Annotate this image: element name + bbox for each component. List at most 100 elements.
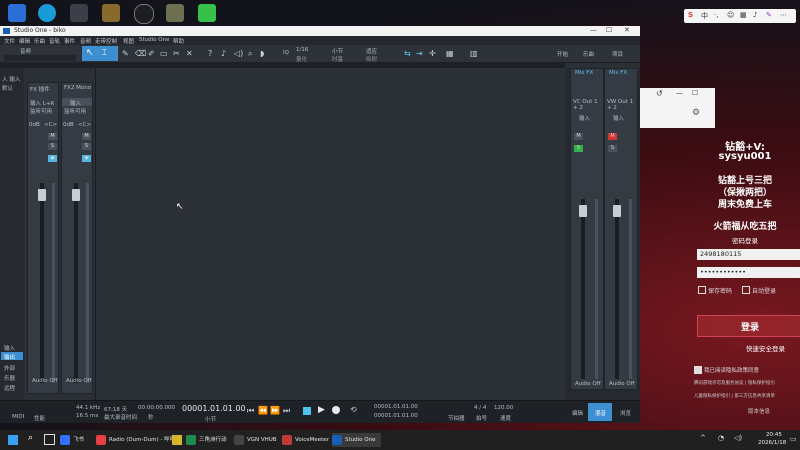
channel-1-solo-button[interactable]: S: [48, 143, 57, 150]
view-browse[interactable]: 浏览: [620, 409, 631, 417]
popup-maximize-icon[interactable]: ☐: [692, 89, 698, 97]
username-input[interactable]: 2498180115: [697, 249, 800, 260]
terms-line1[interactable]: 腾讯游戏许可及服务协议 | 隐私保护指引: [694, 380, 775, 386]
network-icon[interactable]: ◔: [718, 434, 724, 442]
channel-1-fader-knob[interactable]: [38, 189, 46, 201]
search-icon[interactable]: ⌕: [28, 433, 33, 443]
password-login-label[interactable]: 密码登录: [690, 235, 800, 245]
mute-tool-icon[interactable]: ✕: [186, 49, 193, 58]
channel-1-insert[interactable]: FX 插件: [30, 85, 50, 93]
pencil-tool-icon[interactable]: ✎: [122, 49, 129, 58]
crosshair-icon[interactable]: ✛: [429, 49, 436, 58]
channel-2-mute-button[interactable]: M: [82, 133, 91, 140]
channel-2-pan[interactable]: <C>: [78, 122, 91, 128]
channel-2-insert[interactable]: FX2 Mono: [64, 85, 91, 91]
bus-2-fader-knob[interactable]: [613, 205, 621, 217]
range-tool-icon[interactable]: ⌶: [102, 48, 107, 58]
view-edit[interactable]: 编辑: [572, 409, 583, 417]
menu-track[interactable]: 音轨: [49, 37, 60, 45]
bus-1-fader-track[interactable]: [581, 199, 585, 379]
midi-label[interactable]: MIDI: [12, 414, 24, 420]
desktop-icon-5[interactable]: [134, 4, 154, 24]
ime-more-icon[interactable]: ⋯: [780, 11, 787, 19]
volume-icon[interactable]: ◁): [734, 434, 742, 442]
bus-1-solo-button[interactable]: S: [574, 145, 583, 152]
timebase-value[interactable]: 小节: [332, 47, 343, 55]
record-button[interactable]: [332, 406, 340, 414]
minimize-button[interactable]: —: [590, 26, 597, 34]
autologin-label[interactable]: 自动登录: [752, 286, 776, 295]
loop-right[interactable]: 00001.01.01.00: [374, 413, 418, 419]
play-button[interactable]: ▶: [318, 405, 325, 415]
history-icon[interactable]: ↺: [656, 89, 663, 98]
desktop-icon-6[interactable]: [166, 4, 184, 22]
taskbar-app-feishu[interactable]: 飞书: [60, 433, 84, 447]
menu-help[interactable]: 帮助: [173, 37, 184, 45]
eraser-tool-icon[interactable]: ⌫: [135, 49, 146, 58]
bus-1-sub[interactable]: VC Out 1 + 2: [573, 99, 603, 111]
desktop-icon-7[interactable]: [198, 4, 216, 22]
channel-1-name[interactable]: 输入 L+R: [30, 99, 54, 107]
menu-edit[interactable]: 编辑: [19, 37, 30, 45]
desktop-icon-4[interactable]: [102, 4, 120, 22]
tab-song[interactable]: 乐曲: [583, 50, 594, 58]
side-remote[interactable]: 远程: [4, 384, 15, 392]
timecode[interactable]: 00:00:00.000: [138, 405, 175, 411]
perf-label[interactable]: 性能: [34, 414, 45, 422]
stop-button[interactable]: [303, 407, 311, 415]
bus-1-fader-knob[interactable]: [579, 205, 587, 217]
desktop-icon-1[interactable]: [8, 4, 26, 22]
fast-forward-icon[interactable]: ⏩: [270, 406, 280, 415]
bus-1-label[interactable]: 输入: [579, 114, 590, 122]
bus-2-fader-track[interactable]: [615, 199, 619, 379]
grid-icon[interactable]: ▦: [446, 49, 454, 58]
tab-project[interactable]: 项目: [612, 50, 623, 58]
bus-1-name[interactable]: Mix FX: [575, 70, 593, 76]
rewind-icon[interactable]: ⏪: [258, 406, 268, 415]
taskbar-app-bilibili[interactable]: Radio (Dum-Dum) - 哔哩: [96, 433, 175, 447]
listen-icon[interactable]: ◗: [260, 49, 264, 58]
ime-keyboard-icon[interactable]: ▦: [740, 11, 747, 19]
bus-1-mute-button[interactable]: M: [574, 133, 583, 140]
inspector-row1[interactable]: 入 输入: [2, 75, 20, 83]
channel-2-fader-knob[interactable]: [72, 189, 80, 201]
login-button-label[interactable]: 登录: [700, 320, 800, 333]
clock-time[interactable]: 20:45: [766, 432, 782, 438]
audition-icon[interactable]: ♪: [221, 49, 226, 58]
terms-line2[interactable]: 儿童隐私保护指引 | 第三方信息共享清单: [694, 393, 775, 399]
autologin-checkbox[interactable]: [742, 286, 750, 294]
menu-studio-one[interactable]: Studio One: [139, 37, 169, 43]
return-zero-icon[interactable]: ⏮: [247, 406, 254, 416]
iq-label[interactable]: IQ: [283, 50, 289, 56]
taskview-icon[interactable]: [44, 434, 55, 445]
desktop-icon-2[interactable]: [38, 4, 56, 22]
channel-1-sub[interactable]: 监听可用: [30, 107, 52, 115]
channel-2-fader-track[interactable]: [74, 183, 78, 383]
bus-2-name[interactable]: Mix FX: [609, 70, 627, 76]
ime-pen-icon[interactable]: ✎: [766, 11, 772, 19]
channel-1-fader-track[interactable]: [40, 183, 44, 383]
preset-dropdown[interactable]: [4, 55, 76, 61]
tab-start[interactable]: 开始: [557, 50, 568, 58]
menu-audio[interactable]: 音频: [80, 37, 91, 45]
taskbar-app-vgn[interactable]: VGN VHUB: [234, 433, 277, 447]
ime-logo[interactable]: S: [688, 11, 693, 19]
help-icon[interactable]: ?: [208, 49, 212, 58]
snap-value[interactable]: 适应: [366, 47, 377, 55]
taskbar-app-delta[interactable]: 三角洲行动: [186, 433, 227, 447]
ime-emoji-icon[interactable]: ☺: [727, 11, 734, 19]
bus-2-sub[interactable]: VW Out 1 + 2: [607, 99, 637, 111]
channel-2-name[interactable]: 输入: [70, 99, 81, 107]
quantize-value[interactable]: 1/16: [296, 47, 308, 53]
notification-icon[interactable]: ▭: [790, 435, 797, 443]
remember-checkbox[interactable]: [698, 286, 706, 294]
gear-icon[interactable]: ⚙: [692, 108, 700, 118]
menu-transport[interactable]: 走带控制: [95, 37, 117, 45]
time-signature[interactable]: 4 / 4: [474, 405, 486, 411]
password-input[interactable]: ••••••••••••: [697, 267, 800, 278]
start-icon[interactable]: [8, 435, 18, 445]
channel-1-pan[interactable]: <C>: [44, 122, 57, 128]
follow-icon[interactable]: ⇥: [416, 49, 423, 58]
arrange-area[interactable]: ↖: [95, 68, 566, 400]
side-output[interactable]: 输出: [4, 353, 15, 361]
